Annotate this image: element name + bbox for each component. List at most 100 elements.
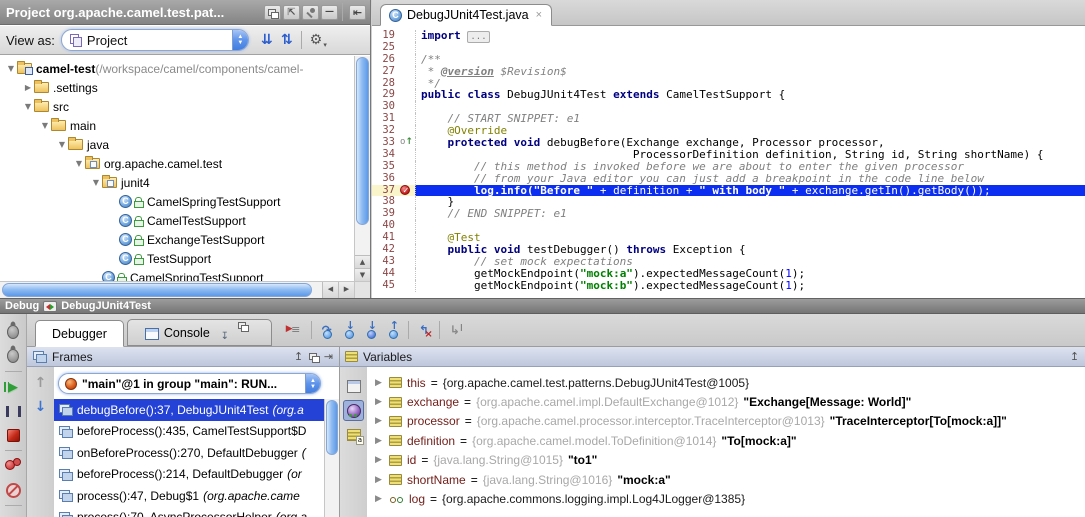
frames-header[interactable]: Frames: [27, 347, 339, 367]
tree-item-main[interactable]: ▼main: [0, 116, 370, 135]
stack-frame[interactable]: beforeProcess():435, CamelTestSupport$D: [54, 421, 339, 443]
tree-item-camelspringtestsupport[interactable]: CCamelSpringTestSupport: [0, 192, 370, 211]
stack-frame[interactable]: process():70, AsyncProcessorHelper (org.…: [54, 507, 339, 517]
expand-arrow-icon[interactable]: ▶: [375, 436, 384, 446]
editor-gutter[interactable]: [398, 208, 415, 220]
tab-debugger[interactable]: Debugger: [35, 320, 124, 347]
variable-row[interactable]: ▶log={org.apache.commons.logging.impl.Lo…: [367, 489, 1085, 508]
step-into-icon[interactable]: [338, 319, 360, 341]
variable-row[interactable]: ▶id={java.lang.String@1015}"to1": [367, 451, 1085, 470]
variable-row[interactable]: ▶processor={org.apache.camel.processor.i…: [367, 412, 1085, 431]
combo-stepper[interactable]: ▲▼: [305, 373, 320, 394]
editor-tab-debugjunit4test[interactable]: C DebugJUnit4Test.java ×: [380, 4, 552, 26]
step-over-icon[interactable]: [316, 319, 338, 341]
editor-gutter[interactable]: [398, 220, 415, 232]
variable-row[interactable]: ▶definition={org.apache.camel.model.ToDe…: [367, 431, 1085, 450]
tree-item-junit4[interactable]: ▼junit4: [0, 173, 370, 192]
code-editor[interactable]: 19import ...2526/**27 * @version $Revisi…: [372, 26, 1085, 298]
scroll-down-button[interactable]: ▼: [355, 268, 370, 281]
tree-horizontal-scrollbar[interactable]: ◀ ▶: [0, 281, 354, 298]
expand-arrow-icon[interactable]: ▶: [375, 455, 384, 465]
stack-frame[interactable]: process():47, Debug$1 (org.apache.came: [54, 485, 339, 507]
editor-gutter[interactable]: [398, 161, 415, 173]
tree-expand-icon[interactable]: ▼: [90, 178, 102, 187]
editor-gutter[interactable]: [398, 244, 415, 256]
breakpoint-icon[interactable]: [400, 185, 410, 195]
float-icon[interactable]: [235, 319, 255, 339]
editor-gutter[interactable]: [398, 66, 415, 78]
minimize-icon[interactable]: [321, 5, 338, 20]
collapse-panel-icon[interactable]: [1067, 350, 1082, 363]
resume-icon[interactable]: [2, 376, 24, 398]
debug-title-bar[interactable]: Debug DebugJUnit4Test: [0, 299, 1085, 314]
stack-frame[interactable]: debugBefore():37, DebugJUnit4Test (org.a: [54, 399, 339, 421]
scroll-up-button[interactable]: ▲: [355, 255, 370, 268]
attach-icon[interactable]: [2, 345, 24, 367]
mute-breakpoints-icon[interactable]: [2, 479, 24, 501]
tree-expand-icon[interactable]: ▼: [73, 159, 85, 168]
step-out-icon[interactable]: [382, 319, 404, 341]
override-method-icon[interactable]: o: [400, 137, 413, 149]
tree-expand-icon[interactable]: ▼: [5, 64, 17, 73]
tree-expand-icon[interactable]: ▼: [22, 102, 34, 111]
scroll-left-button[interactable]: ◀: [322, 282, 338, 298]
tree-item-testsupport[interactable]: CTestSupport: [0, 249, 370, 268]
stop-icon[interactable]: [2, 424, 24, 446]
run-to-cursor-icon[interactable]: [444, 319, 466, 341]
pop-frame-icon[interactable]: [413, 319, 435, 341]
scrollbar-thumb[interactable]: [326, 400, 338, 455]
editor-gutter[interactable]: [398, 196, 415, 208]
tree-vertical-scrollbar[interactable]: ▲ ▼: [354, 56, 370, 281]
tree-expand-icon[interactable]: ▼: [39, 121, 51, 130]
editor-gutter[interactable]: [398, 113, 415, 125]
tab-console[interactable]: Console: [127, 319, 272, 346]
editor-gutter[interactable]: [398, 232, 415, 244]
evaluate-expression-icon[interactable]: [343, 376, 364, 397]
editor-gutter[interactable]: [398, 268, 415, 280]
float-icon[interactable]: [264, 5, 281, 20]
project-panel-header[interactable]: Project org.apache.camel.test.pat...: [0, 0, 370, 25]
next-frame-icon[interactable]: ↓: [27, 399, 54, 415]
collapse-all-icon[interactable]: [277, 30, 297, 50]
expand-all-icon[interactable]: [257, 30, 277, 50]
hide-icon[interactable]: [349, 5, 366, 20]
collapse-panel-icon[interactable]: [291, 350, 306, 363]
move-right-icon[interactable]: [321, 350, 336, 363]
scrollbar-thumb[interactable]: [2, 283, 312, 297]
editor-gutter[interactable]: [398, 149, 415, 161]
view-as-combobox[interactable]: Project ▲▼: [61, 29, 249, 51]
expand-arrow-icon[interactable]: ▶: [375, 378, 384, 388]
tree-item-src[interactable]: ▼src: [0, 97, 370, 116]
thread-selector[interactable]: "main"@1 in group "main": RUN... ▲▼: [58, 373, 321, 394]
settings-icon[interactable]: [306, 30, 326, 50]
combo-stepper[interactable]: ▲▼: [232, 29, 248, 51]
editor-gutter[interactable]: [398, 173, 415, 185]
export-icon[interactable]: [215, 326, 235, 346]
expand-arrow-icon[interactable]: ▶: [375, 494, 384, 504]
expand-arrow-icon[interactable]: ▶: [375, 416, 384, 426]
scrollbar-thumb[interactable]: [356, 57, 369, 225]
tree-item-exchangetestsupport[interactable]: CExchangeTestSupport: [0, 230, 370, 249]
show-execution-point-icon[interactable]: [285, 319, 307, 341]
close-tab-icon[interactable]: ×: [536, 9, 542, 21]
dock-icon[interactable]: [283, 5, 300, 20]
tree-item-java[interactable]: ▼java: [0, 135, 370, 154]
editor-gutter[interactable]: [398, 30, 415, 42]
stack-frame[interactable]: onBeforeProcess():270, DefaultDebugger (: [54, 442, 339, 464]
editor-gutter[interactable]: o: [398, 137, 415, 149]
float-panel-icon[interactable]: [306, 350, 321, 363]
frames-scrollbar[interactable]: [324, 399, 339, 517]
editor-gutter[interactable]: [398, 125, 415, 137]
tree-item-org.apache.camel.test[interactable]: ▼org.apache.camel.test: [0, 154, 370, 173]
previous-frame-icon[interactable]: ↑: [27, 375, 54, 391]
editor-gutter[interactable]: [398, 89, 415, 101]
auto-view-icon[interactable]: [343, 424, 364, 445]
editor-gutter[interactable]: [398, 101, 415, 113]
view-breakpoints-icon[interactable]: [2, 455, 24, 477]
editor-gutter[interactable]: [398, 54, 415, 66]
pause-icon[interactable]: [2, 400, 24, 422]
variable-row[interactable]: ▶exchange={org.apache.camel.impl.Default…: [367, 392, 1085, 411]
expand-arrow-icon[interactable]: ▶: [375, 397, 384, 407]
editor-gutter[interactable]: [398, 280, 415, 292]
editor-gutter[interactable]: [398, 42, 415, 54]
